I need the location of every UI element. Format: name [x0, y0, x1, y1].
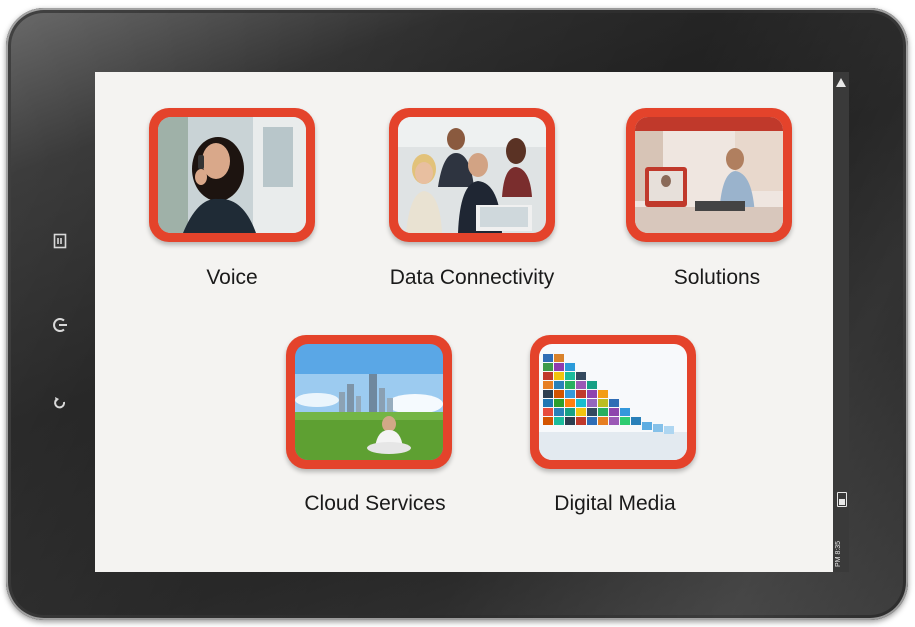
- tile-digital-media-label[interactable]: Digital Media: [520, 492, 710, 516]
- stacked-screens-photo: [539, 344, 687, 460]
- tile-solutions[interactable]: [626, 108, 792, 242]
- business-team-laptop-photo: [398, 117, 546, 233]
- back-icon[interactable]: [48, 391, 72, 415]
- power-icon[interactable]: [48, 313, 72, 337]
- tile-data-connectivity[interactable]: [389, 108, 555, 242]
- video-conference-office-photo: [635, 117, 783, 233]
- tile-voice-label[interactable]: Voice: [149, 266, 315, 290]
- menu-icon[interactable]: [48, 229, 72, 253]
- status-clock: PM 8:35: [835, 540, 842, 567]
- signal-icon: [836, 78, 846, 87]
- woman-on-phone-photo: [158, 117, 306, 233]
- battery-icon: [837, 492, 847, 507]
- tile-cloud-services[interactable]: [286, 335, 452, 469]
- man-meditating-city-skyline-photo: [295, 344, 443, 460]
- tile-solutions-label[interactable]: Solutions: [626, 266, 808, 290]
- tile-cloud-services-label[interactable]: Cloud Services: [270, 492, 480, 516]
- tile-data-connectivity-label[interactable]: Data Connectivity: [365, 266, 579, 290]
- status-bar: PM 8:35: [833, 72, 849, 572]
- side-button-bar: [40, 225, 80, 425]
- tile-digital-media[interactable]: [530, 335, 696, 469]
- tile-voice[interactable]: [149, 108, 315, 242]
